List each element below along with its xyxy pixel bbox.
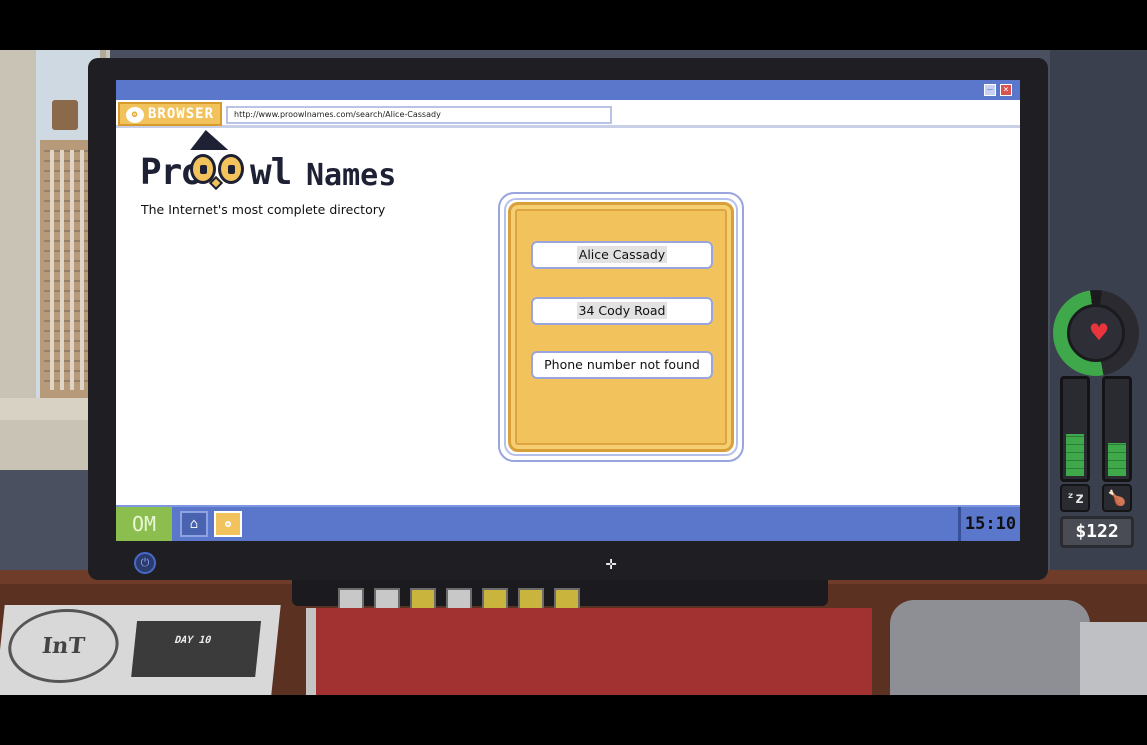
owl-eyes-icon [190,154,248,191]
result-phone-field: Phone number not found [531,351,713,379]
taskbar-clock: 15:10 [958,507,1020,541]
owl-browser-icon: ʘ [126,107,144,123]
site-tagline: The Internet's most complete directory [141,202,386,217]
money-counter: $122 [1060,516,1134,548]
food-icon: 🍗 [1102,484,1132,512]
newspaper-header: DAY 10 [131,621,262,677]
food-meter-fill [1108,443,1126,476]
start-button[interactable]: OM [116,507,172,541]
browser-app-label: ʘ BROWSER [118,102,222,126]
sleep-meter [1060,376,1090,482]
taskbar: OM ⌂ ʘ 15:10 [116,505,1020,541]
result-card-body: Alice Cassady 34 Cody Road Phone number … [508,202,734,452]
crosshair-cursor-icon: ✛ [605,553,617,574]
logo-text-names: Names [306,158,397,193]
result-address-field[interactable]: 34 Cody Road [531,297,713,325]
food-meter [1102,376,1132,482]
sleep-meter-fill [1066,434,1084,476]
newspaper-day: DAY 10 [174,635,212,646]
newspaper-seal: InT [4,609,123,683]
desk-phone[interactable] [890,600,1090,695]
owl-hat-icon [190,130,232,150]
power-button[interactable]: ⏻ [134,552,156,574]
taskbar-home-icon[interactable]: ⌂ [180,511,208,537]
water-tower [52,100,78,130]
result-phone: Phone number not found [544,357,700,372]
logo-text-wl: wl [250,152,292,193]
browser-label: BROWSER [148,106,215,122]
result-address[interactable]: 34 Cody Road [576,302,668,319]
heart-icon: ♥ [1090,316,1108,349]
computer-screen: – × ʘ BROWSER http://www.proowlnames.com… [116,80,1020,541]
health-ring: ♥ [1053,290,1139,376]
search-result-card: Alice Cassady 34 Cody Road Phone number … [498,192,744,462]
red-notebook[interactable] [306,608,872,695]
minimize-button[interactable]: – [984,84,996,96]
result-name[interactable]: Alice Cassady [576,246,668,263]
taskbar-browser-icon[interactable]: ʘ [214,511,242,537]
desk-phone-keypad [1080,622,1147,695]
url-input[interactable]: http://www.proowlnames.com/search/Alice-… [226,106,612,124]
window-titlebar: – × [116,80,1020,100]
close-button[interactable]: × [1000,84,1012,96]
browser-toolbar: ʘ BROWSER http://www.proowlnames.com/sea… [116,100,1020,128]
newspaper[interactable]: InT DAY 10 [0,605,281,695]
result-name-field[interactable]: Alice Cassady [531,241,713,269]
sleep-icon: ᶻz [1060,484,1090,512]
